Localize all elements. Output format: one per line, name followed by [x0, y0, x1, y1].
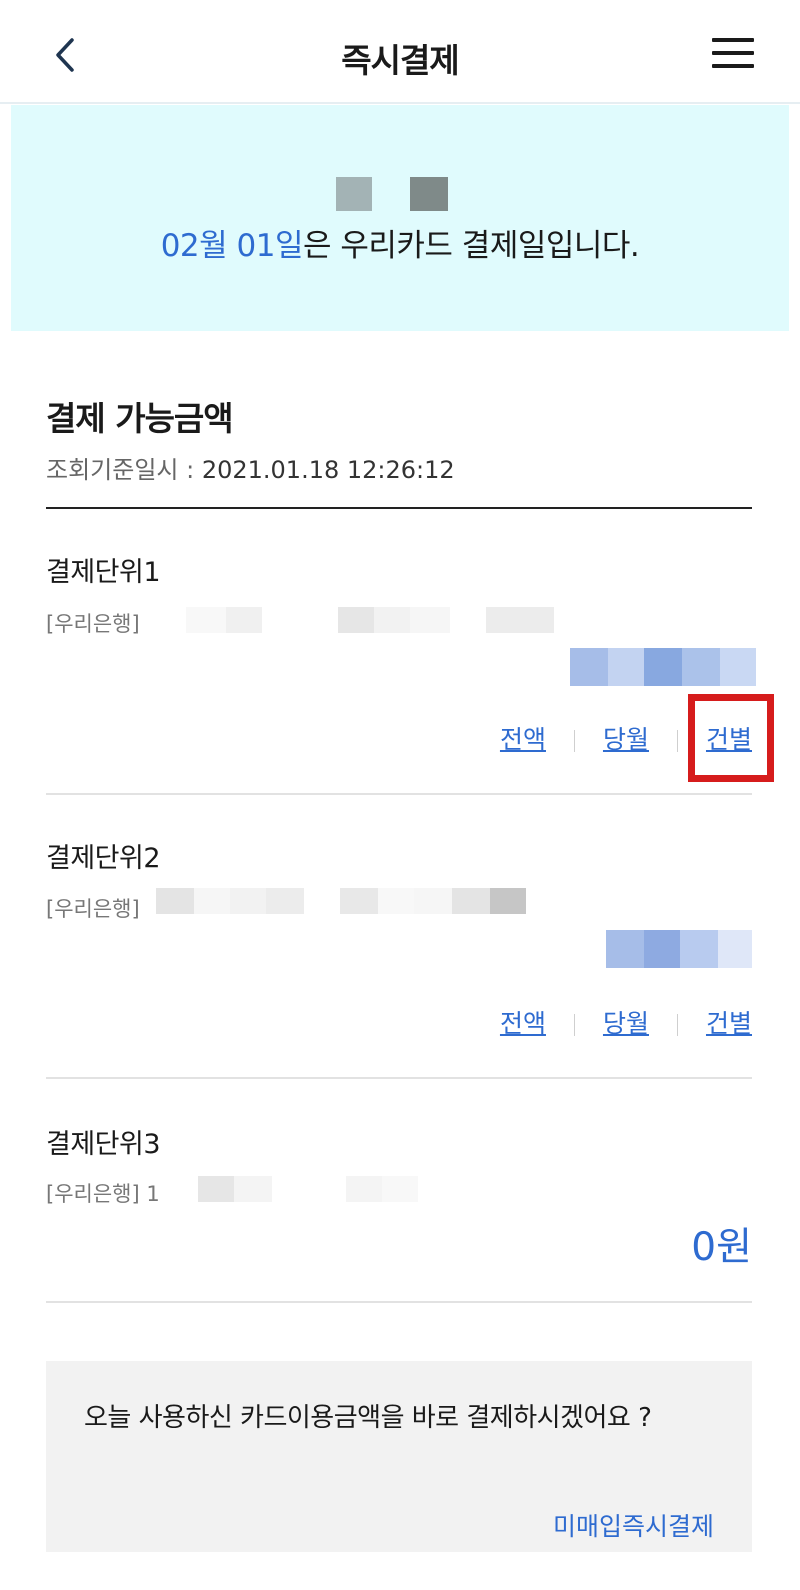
app-header: 즉시결제 — [0, 0, 800, 104]
payment-date: 02월 01일 — [160, 228, 304, 264]
unit-title: 결제단위1 — [46, 557, 161, 588]
pay-per-item-link[interactable]: 건별 — [706, 1009, 752, 1038]
pay-full-link[interactable]: 전액 — [500, 725, 546, 754]
bank-account: [우리은행] — [46, 612, 140, 636]
pay-month-link[interactable]: 당월 — [603, 1009, 649, 1038]
unit-title: 결제단위3 — [46, 1129, 161, 1160]
divider — [46, 1077, 752, 1079]
unbilled-instant-pay-link[interactable]: 미매입즉시결제 — [553, 1507, 714, 1543]
prompt-text: 오늘 사용하신 카드이용금액을 바로 결제하시겠어요 ? — [84, 1403, 652, 1433]
payment-date-message: 02월 01일은 우리카드 결제일입니다. — [160, 228, 640, 264]
blurred-account — [186, 607, 226, 633]
pay-full-link[interactable]: 전액 — [500, 1009, 546, 1038]
pay-month-link[interactable]: 당월 — [603, 725, 649, 754]
divider — [46, 1301, 752, 1303]
menu-button[interactable] — [712, 38, 754, 72]
divider — [46, 507, 752, 509]
unit-title: 결제단위2 — [46, 843, 161, 874]
hamburger-icon — [712, 38, 754, 42]
unit-links: 전액 당월 건별 — [500, 1004, 752, 1040]
payment-date-banner — [11, 105, 789, 331]
page-title: 즉시결제 — [341, 41, 459, 80]
unit-amount: 0원 — [691, 1225, 752, 1270]
divider — [46, 793, 752, 795]
section-title: 결제 가능금액 — [46, 399, 234, 438]
blurred-account — [156, 888, 194, 914]
blurred-account — [198, 1176, 234, 1202]
highlight-box — [688, 694, 774, 782]
blurred-name-part — [336, 177, 372, 211]
bank-account: [우리은행] 1 — [46, 1182, 160, 1206]
blurred-amount — [570, 648, 608, 686]
bank-account: [우리은행] — [46, 897, 140, 921]
prompt-box: 오늘 사용하신 카드이용금액을 바로 결제하시겠어요 ? 미매입즉시결제 — [46, 1361, 752, 1552]
blurred-name-part — [410, 177, 448, 211]
query-timestamp: 조회기준일시 : 2021.01.18 12:26:12 — [46, 456, 455, 484]
blurred-amount — [606, 930, 644, 968]
